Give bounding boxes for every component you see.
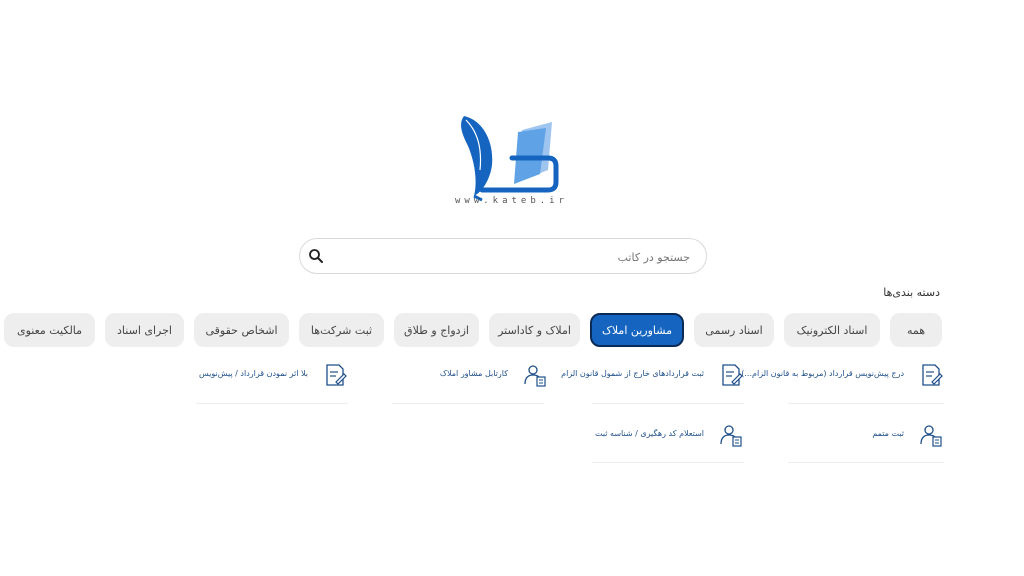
- service-label: کارتابل مشاور املاک: [439, 369, 508, 378]
- tab-electronic-documents[interactable]: اسناد الکترونیک: [784, 313, 880, 347]
- document-edit-icon: [722, 364, 743, 386]
- service-label: استعلام کد رهگیری / شناسه ثبت: [595, 429, 704, 438]
- service-label: ثبت قراردادهای خارج از شمول قانون الزام: [561, 369, 704, 378]
- tab-company-registration[interactable]: ثبت شرکت‌ها: [299, 313, 384, 347]
- tab-intellectual-property[interactable]: مالکیت معنوی: [4, 313, 95, 347]
- categories-title: دسته بندی‌ها: [883, 286, 940, 299]
- category-tabs: همه اسناد الکترونیک اسناد رسمی مشاورین ا…: [0, 313, 1024, 347]
- divider: [788, 462, 944, 463]
- document-edit-icon: [922, 364, 943, 386]
- tab-real-estate-consultants[interactable]: مشاورین املاک: [590, 313, 684, 347]
- service-consultant-dashboard[interactable]: کارتابل مشاور املاک: [392, 362, 548, 390]
- service-tracking-code-inquiry[interactable]: استعلام کد رهگیری / شناسه ثبت: [592, 422, 744, 450]
- tab-legal-entities[interactable]: اشخاص حقوقی: [194, 313, 289, 347]
- service-register-supplement[interactable]: ثبت متمم: [788, 422, 944, 450]
- divider: [196, 403, 348, 404]
- service-label: ثبت متمم: [872, 429, 904, 438]
- search-box[interactable]: [299, 238, 707, 275]
- tab-document-enforcement[interactable]: اجرای اسناد: [105, 313, 184, 347]
- tab-all[interactable]: همه: [890, 313, 942, 347]
- document-edit-icon: [326, 364, 347, 386]
- divider: [788, 403, 944, 404]
- divider: [592, 462, 744, 463]
- search-input[interactable]: [328, 239, 692, 275]
- divider: [592, 403, 744, 404]
- service-label: درج پیش‌نویس قرارداد (مربوط به قانون الز…: [741, 369, 904, 378]
- service-register-excluded-contracts[interactable]: ثبت قراردادهای خارج از شمول قانون الزام: [560, 362, 744, 390]
- service-label: بلا اثر نمودن قرارداد / پیش‌نویس: [199, 369, 308, 378]
- tab-official-documents[interactable]: اسناد رسمی: [694, 313, 774, 347]
- service-void-contract[interactable]: بلا اثر نمودن قرارداد / پیش‌نویس: [196, 362, 348, 390]
- logo-url: www.kateb.ir: [455, 196, 569, 206]
- service-draft-contract[interactable]: درج پیش‌نویس قرارداد (مربوط به قانون الز…: [741, 362, 944, 390]
- kateb-logo: [461, 116, 559, 202]
- search-icon[interactable]: [308, 248, 324, 264]
- tab-property-cadastre[interactable]: املاک و کاداستر: [489, 313, 580, 347]
- user-document-icon: [720, 425, 742, 447]
- user-document-icon: [524, 365, 546, 387]
- tab-marriage-divorce[interactable]: ازدواج و طلاق: [394, 313, 479, 347]
- user-document-icon: [920, 425, 942, 447]
- divider: [392, 403, 544, 404]
